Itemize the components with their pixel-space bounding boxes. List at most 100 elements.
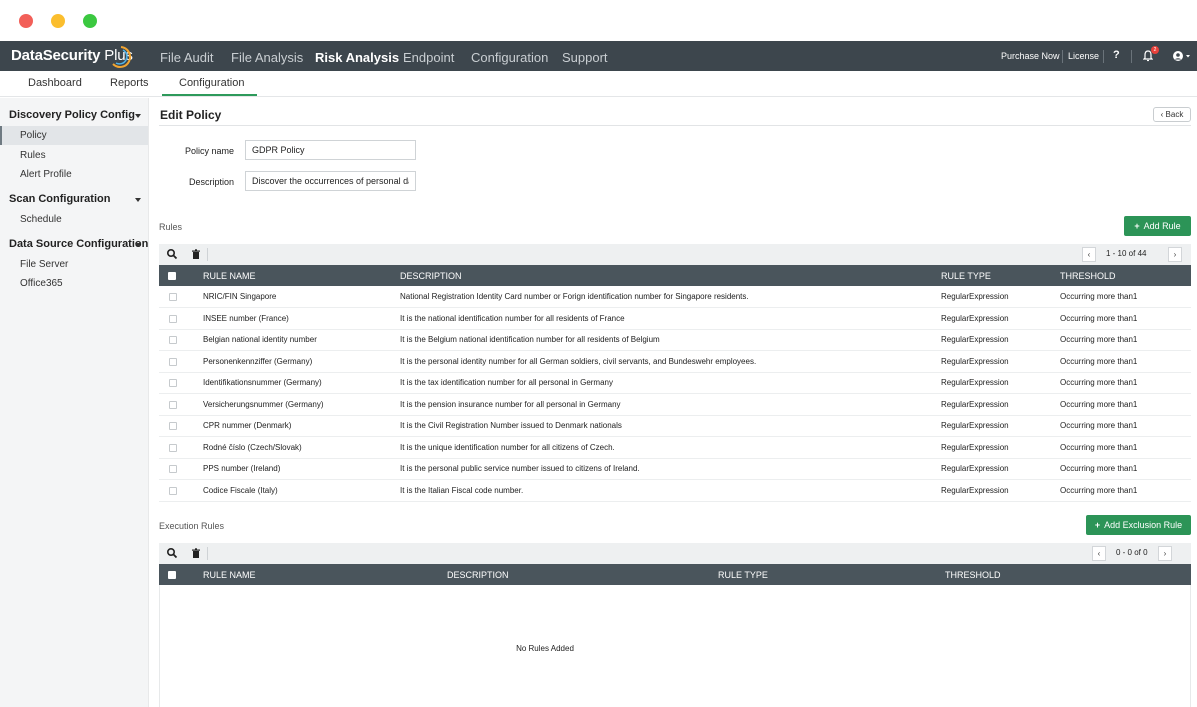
table-row[interactable]: CPR nummer (Denmark) It is the Civil Regi… xyxy=(159,415,1191,437)
maximize-window-button[interactable] xyxy=(83,14,97,28)
close-window-button[interactable] xyxy=(19,14,33,28)
table-row[interactable]: Versicherungsnummer (Germany) It is the p… xyxy=(159,393,1191,416)
execution-rules-pagination: ‹ 0 - 0 of 0 › xyxy=(1092,546,1177,561)
column-header-rule-type[interactable]: RULE TYPE xyxy=(941,265,1060,286)
purchase-now-link[interactable]: Purchase Now xyxy=(1001,51,1060,61)
search-icon[interactable] xyxy=(166,547,178,559)
license-link[interactable]: License xyxy=(1068,51,1099,61)
select-all-checkbox[interactable] xyxy=(168,571,176,580)
search-icon[interactable] xyxy=(166,248,178,260)
threshold-cell: Occurring more than1 xyxy=(1060,458,1191,480)
row-checkbox[interactable] xyxy=(169,357,177,366)
column-header-threshold[interactable]: THRESHOLD xyxy=(1060,265,1191,286)
rule-type-cell: RegularExpression xyxy=(941,436,1060,459)
sidebar-item-rules[interactable]: Rules xyxy=(0,146,148,165)
notifications-button[interactable]: 2 xyxy=(1142,46,1159,64)
row-checkbox-cell xyxy=(159,329,203,351)
user-avatar-icon xyxy=(1173,51,1190,61)
table-row[interactable]: Codice Fiscale (Italy) It is the Italian … xyxy=(159,479,1191,502)
rule-name-cell: Rodné číslo (Czech/Slovak) xyxy=(203,436,400,459)
help-button[interactable]: ? xyxy=(1113,49,1120,61)
rule-type-cell: RegularExpression xyxy=(941,479,1060,502)
brand-logo[interactable]: DataSecurity Plus xyxy=(11,46,133,68)
table-header-row: RULE NAME DESCRIPTION RULE TYPE THRESHOL… xyxy=(159,564,1191,585)
caret-down-icon xyxy=(135,114,141,118)
row-checkbox-cell xyxy=(159,458,203,480)
trash-icon[interactable] xyxy=(190,547,202,559)
pagination-next-button[interactable]: › xyxy=(1168,247,1182,262)
table-row[interactable]: NRIC/FIN Singapore National Registration … xyxy=(159,286,1191,308)
table-row[interactable]: PPS number (Ireland) It is the personal p… xyxy=(159,458,1191,480)
add-exclusion-rule-button[interactable]: + Add Exclusion Rule xyxy=(1086,515,1191,535)
threshold-cell: Occurring more than1 xyxy=(1060,415,1191,437)
description-cell: It is the Italian Fiscal code number. xyxy=(400,479,941,502)
table-row[interactable]: Belgian national identity number It is th… xyxy=(159,329,1191,351)
policy-name-input[interactable] xyxy=(245,140,416,160)
row-checkbox[interactable] xyxy=(169,465,177,474)
sidebar-section-title: Discovery Policy Config xyxy=(9,109,135,121)
rule-name-cell: Versicherungsnummer (Germany) xyxy=(203,393,400,416)
threshold-cell: Occurring more than1 xyxy=(1060,372,1191,394)
rules-section-label: Rules xyxy=(159,222,183,232)
rule-type-cell: RegularExpression xyxy=(941,372,1060,394)
column-header-description[interactable]: DESCRIPTION xyxy=(447,564,718,585)
column-header-threshold[interactable]: THRESHOLD xyxy=(945,564,1191,585)
add-rule-button[interactable]: + Add Rule xyxy=(1124,216,1191,236)
row-checkbox[interactable] xyxy=(169,379,177,388)
description-cell: It is the Civil Registration Number issu… xyxy=(400,415,941,437)
row-checkbox[interactable] xyxy=(169,292,177,301)
tab-configuration[interactable]: Configuration xyxy=(179,77,244,89)
sidebar-item-schedule[interactable]: Schedule xyxy=(0,210,148,229)
caret-down-icon xyxy=(135,243,141,247)
description-cell: It is the tax identification number for … xyxy=(400,372,941,394)
sidebar-section-scan-configuration[interactable]: Scan Configuration xyxy=(9,193,147,205)
column-header-rule-name[interactable]: RULE NAME xyxy=(203,265,400,286)
row-checkbox[interactable] xyxy=(169,314,177,323)
trash-icon[interactable] xyxy=(190,248,202,260)
tab-dashboard[interactable]: Dashboard xyxy=(28,77,82,89)
table-row[interactable]: Identifikationsnummer (Germany) It is the… xyxy=(159,372,1191,394)
user-menu-button[interactable] xyxy=(1172,50,1192,64)
rule-name-cell: NRIC/FIN Singapore xyxy=(203,286,400,308)
back-button[interactable]: ‹ Back xyxy=(1153,107,1191,122)
column-header-rule-name[interactable]: RULE NAME xyxy=(203,564,447,585)
nav-risk-analysis[interactable]: Risk Analysis xyxy=(315,50,399,65)
sidebar-item-office365[interactable]: Office365 xyxy=(0,274,148,293)
sidebar-item-file-server[interactable]: File Server xyxy=(0,255,148,274)
minimize-window-button[interactable] xyxy=(51,14,65,28)
row-checkbox[interactable] xyxy=(169,443,177,452)
row-checkbox[interactable] xyxy=(169,486,177,495)
description-cell: It is the unique identification number f… xyxy=(400,436,941,459)
sidebar-section-data-source-configuration[interactable]: Data Source Configuration xyxy=(9,238,148,250)
sidebar-section-discovery-policy-config[interactable]: Discovery Policy Config xyxy=(9,109,147,121)
pagination-prev-button[interactable]: ‹ xyxy=(1092,546,1106,561)
row-checkbox-cell xyxy=(159,286,203,308)
nav-file-audit[interactable]: File Audit xyxy=(160,50,213,65)
threshold-cell: Occurring more than1 xyxy=(1060,479,1191,502)
table-row[interactable]: Rodné číslo (Czech/Slovak) It is the uniq… xyxy=(159,436,1191,459)
pagination-prev-button[interactable]: ‹ xyxy=(1082,247,1096,262)
select-all-cell xyxy=(159,564,203,585)
top-navigation-bar: DataSecurity Plus File Audit File Analys… xyxy=(0,41,1197,71)
nav-configuration[interactable]: Configuration xyxy=(471,50,548,65)
sidebar-item-alert-profile[interactable]: Alert Profile xyxy=(0,165,148,184)
row-checkbox[interactable] xyxy=(169,336,177,345)
column-header-rule-type[interactable]: RULE TYPE xyxy=(718,564,945,585)
row-checkbox[interactable] xyxy=(169,400,177,409)
sidebar-section-title: Scan Configuration xyxy=(9,193,111,205)
select-all-checkbox[interactable] xyxy=(168,272,176,281)
column-header-description[interactable]: DESCRIPTION xyxy=(400,265,941,286)
description-cell: It is the pension insurance number for a… xyxy=(400,393,941,416)
description-input[interactable] xyxy=(245,171,416,191)
nav-file-analysis[interactable]: File Analysis xyxy=(231,50,303,65)
table-row[interactable]: INSEE number (France) It is the national … xyxy=(159,307,1191,330)
sidebar-item-policy[interactable]: Policy xyxy=(0,126,148,145)
pagination-next-button[interactable]: › xyxy=(1158,546,1172,561)
empty-state-message: No Rules Added xyxy=(516,644,574,653)
row-checkbox[interactable] xyxy=(169,422,177,431)
nav-endpoint[interactable]: Endpoint xyxy=(403,50,454,65)
table-row[interactable]: Personenkennziffer (Germany) It is the pe… xyxy=(159,350,1191,373)
tab-reports[interactable]: Reports xyxy=(110,77,149,89)
nav-divider xyxy=(1131,50,1132,63)
nav-support[interactable]: Support xyxy=(562,50,608,65)
